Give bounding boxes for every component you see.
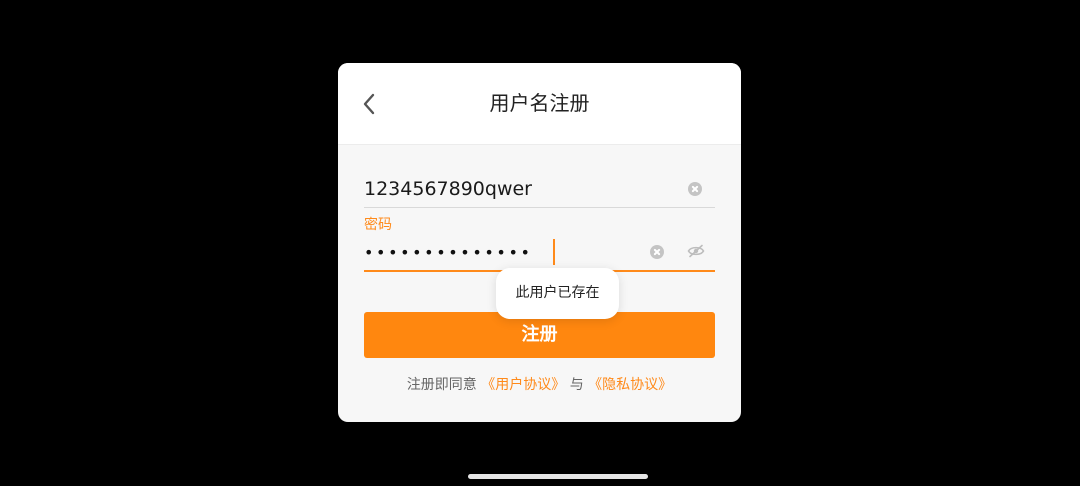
agreement-conjunction: 与	[569, 377, 584, 393]
dialog-title: 用户名注册	[489, 91, 590, 115]
privacy-agreement-link[interactable]: 《隐私协议》	[588, 377, 672, 393]
clear-username-icon[interactable]	[688, 182, 702, 196]
home-indicator[interactable]	[468, 474, 648, 479]
agreement-text: 注册即同意 《用户协议》 与 《隐私协议》	[338, 375, 741, 395]
user-agreement-link[interactable]: 《用户协议》	[481, 377, 565, 393]
password-field[interactable]: ••••••••••••••	[364, 237, 715, 272]
eye-hidden-icon[interactable]	[687, 244, 705, 258]
username-value: 1234567890qwer	[364, 178, 532, 200]
register-dialog: 用户名注册 1234567890qwer 密码 •••••••••••••• 注…	[338, 63, 741, 422]
text-caret	[553, 239, 555, 265]
toast-message: 此用户已存在	[496, 268, 619, 319]
password-label: 密码	[364, 217, 392, 233]
agreement-prefix: 注册即同意	[406, 377, 477, 393]
clear-password-icon[interactable]	[650, 245, 664, 259]
password-masked-value: ••••••••••••••	[364, 243, 533, 262]
dialog-header: 用户名注册	[338, 63, 741, 145]
screen: 用户名注册 1234567890qwer 密码 •••••••••••••• 注…	[0, 0, 1080, 486]
username-field[interactable]: 1234567890qwer	[364, 171, 715, 208]
